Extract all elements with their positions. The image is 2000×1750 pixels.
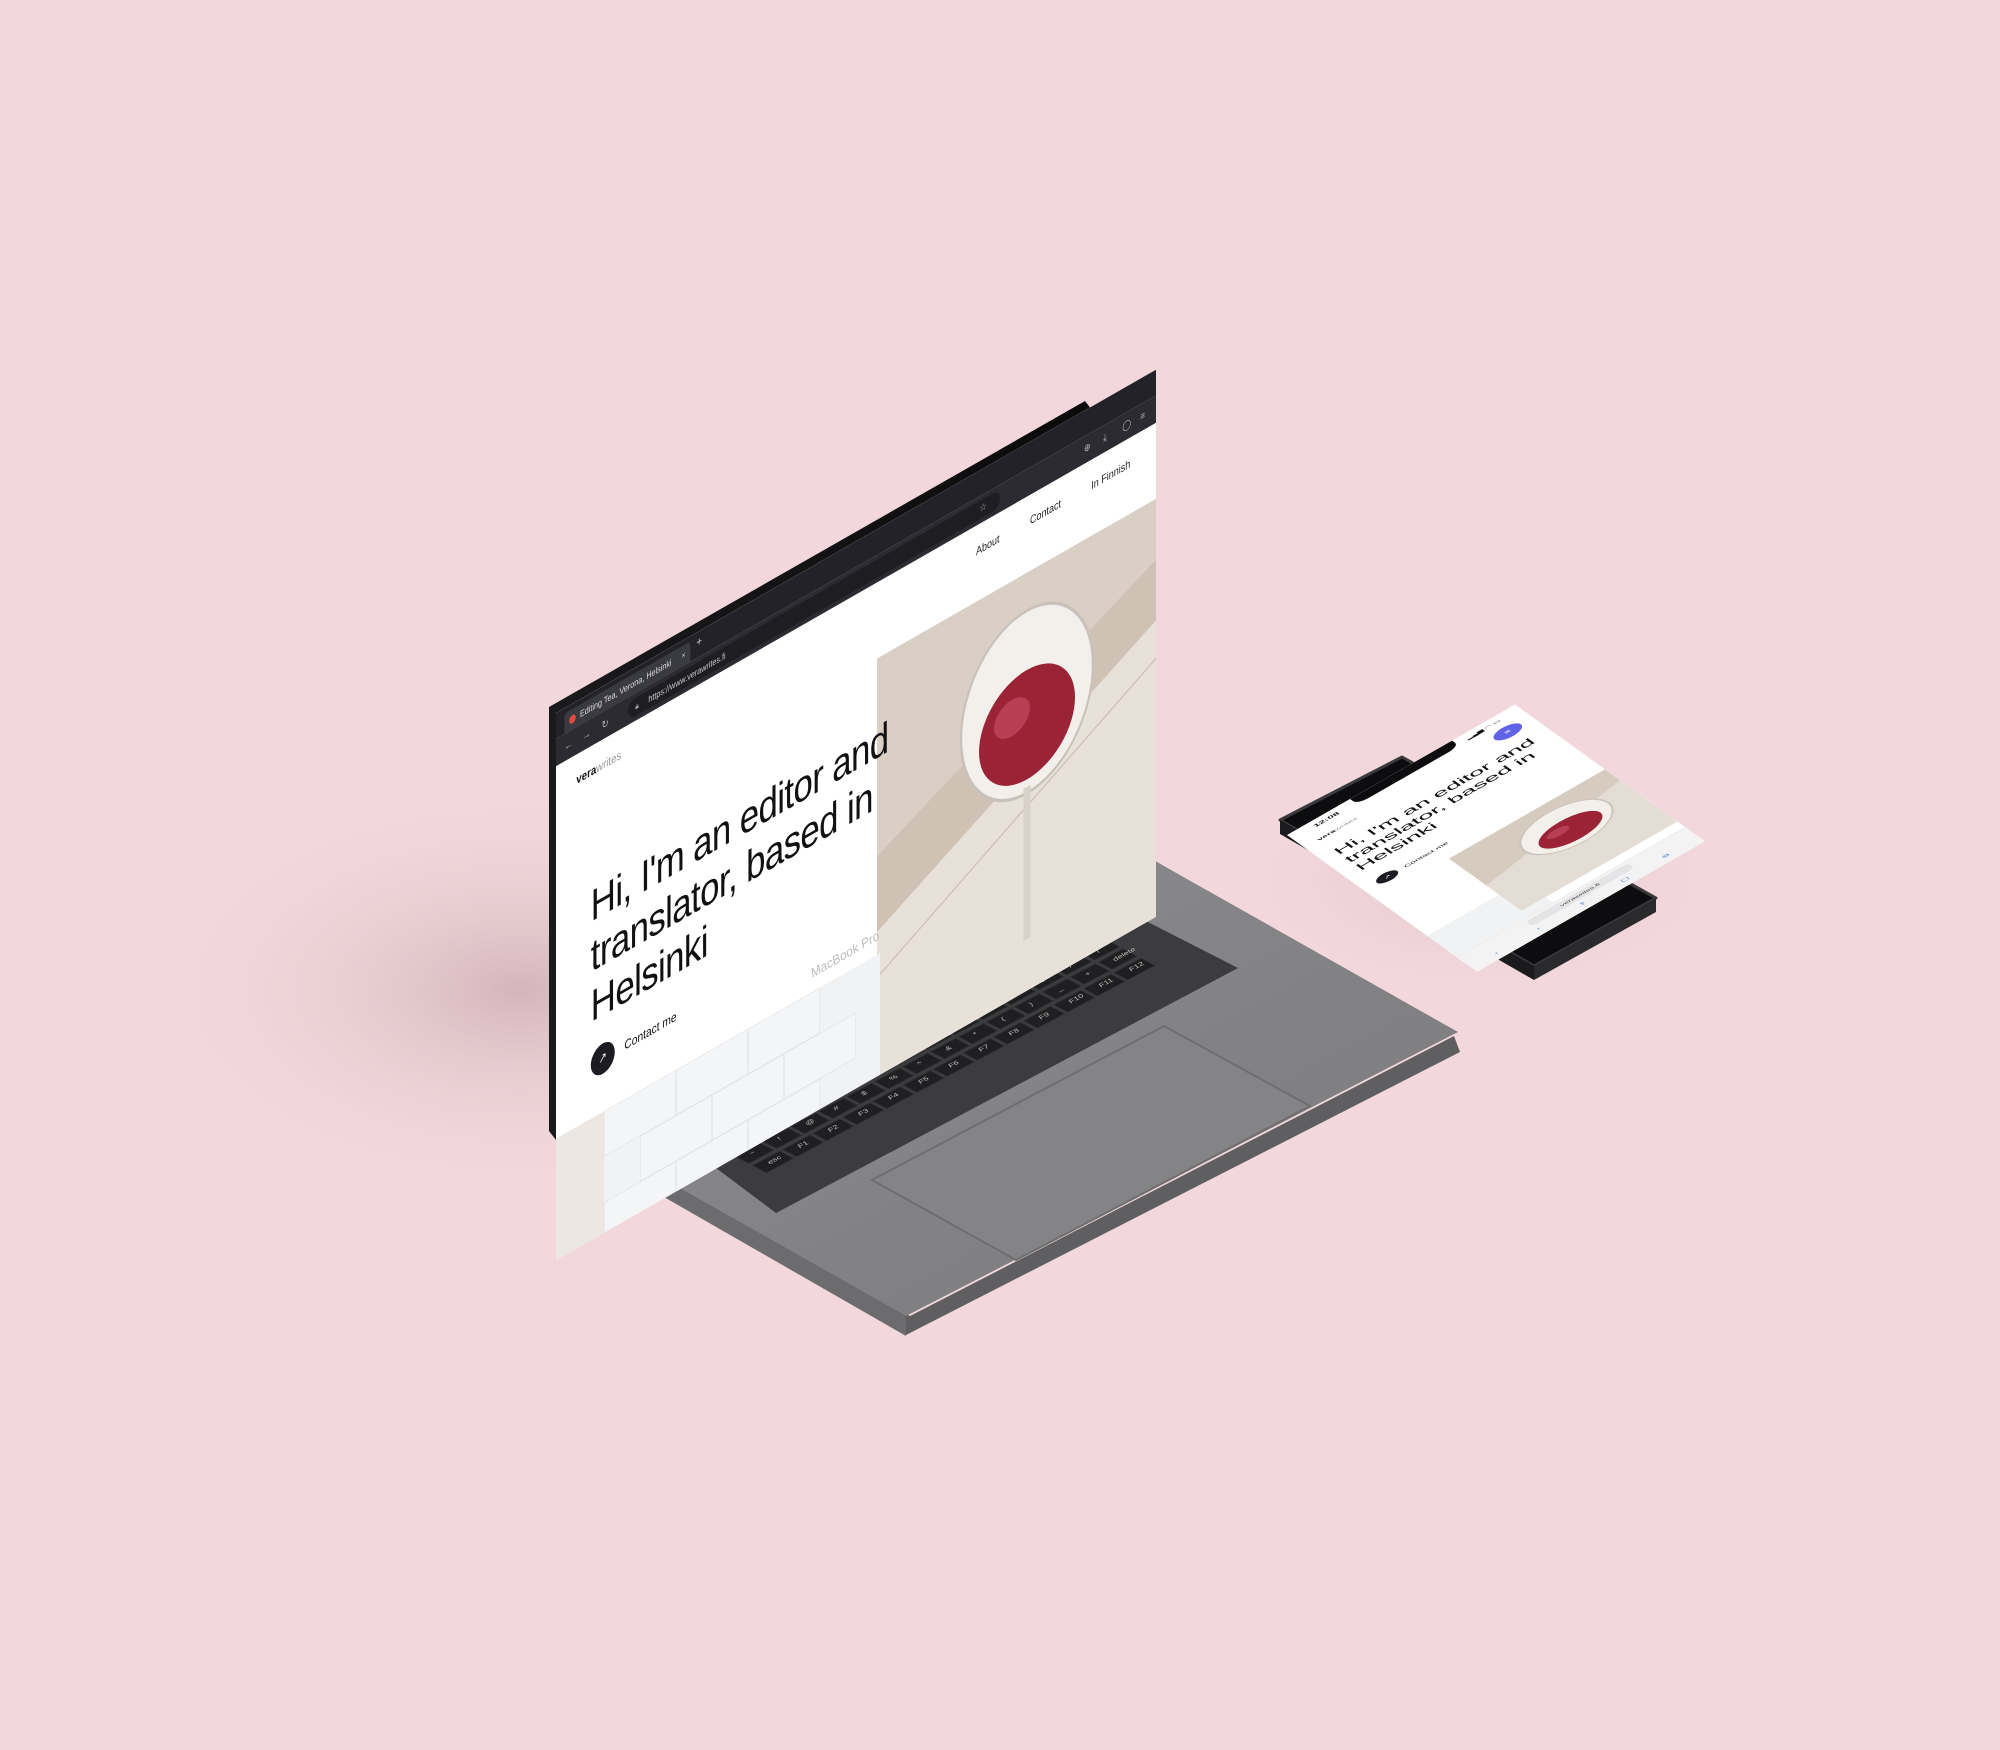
scene: esc F1 F2 F3 F4 F5 F6 F7 F8 F9 F10 F11 F12 ~! @ # $% ^ & *(…	[0, 0, 2000, 1750]
nav-in-finnish[interactable]: In Finnish	[1091, 457, 1130, 492]
nav-contact[interactable]: Contact	[1030, 497, 1061, 528]
phone-tabs-icon[interactable]: ⧉	[1661, 853, 1671, 859]
new-tab-button[interactable]: +	[696, 634, 702, 651]
site-logo[interactable]: verawrites	[576, 749, 621, 788]
back-icon[interactable]: ←	[564, 736, 572, 753]
reload-icon[interactable]: ↻	[602, 716, 609, 733]
phone-share-icon[interactable]: ⇪	[1577, 900, 1588, 907]
phone-arrow-icon: ↗	[1372, 867, 1402, 886]
menu-icon[interactable]: ≡	[1140, 409, 1145, 423]
lock-icon: 🔒︎	[635, 700, 639, 712]
nav-about[interactable]: About	[976, 532, 1000, 558]
logo-secondary: writes	[596, 748, 622, 776]
arrow-icon: ↗	[590, 1036, 615, 1081]
phone-bookmarks-icon[interactable]: ▢	[1619, 875, 1631, 883]
extension-icon[interactable]: ⊕	[1084, 440, 1091, 456]
contact-me-label: Contact me	[624, 1008, 677, 1054]
download-icon[interactable]: ⤓	[1103, 431, 1106, 445]
phone-contact-me-button[interactable]: ↗ Contact me	[1372, 841, 1450, 886]
logo-primary: vera	[576, 762, 597, 788]
favicon-icon	[569, 713, 576, 726]
account-icon[interactable]: ◯	[1122, 417, 1131, 434]
forward-icon[interactable]: →	[582, 726, 590, 743]
phone-back-icon[interactable]: ‹	[1493, 951, 1500, 955]
phone-forward-icon[interactable]: ›	[1535, 926, 1542, 930]
